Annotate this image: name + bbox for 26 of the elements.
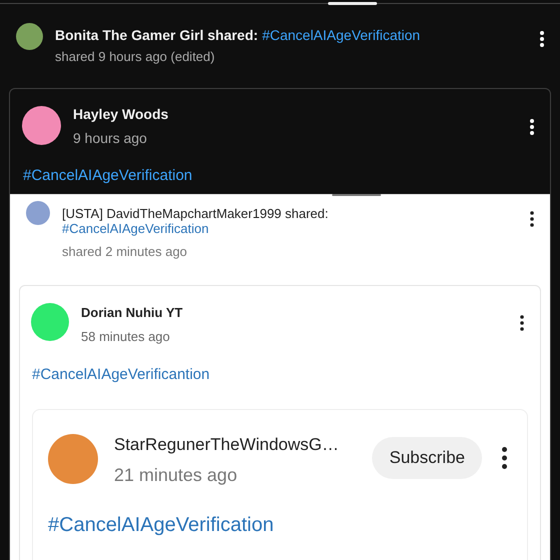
avatar — [31, 303, 69, 341]
more-options-icon — [530, 211, 534, 227]
more-options-icon — [502, 447, 507, 469]
more-options-icon[interactable] — [530, 119, 534, 135]
post-time: 21 minutes ago — [114, 465, 238, 486]
author-name[interactable]: Bonita The Gamer Girl shared: — [55, 27, 258, 43]
more-options-icon — [520, 315, 524, 331]
avatar — [26, 201, 50, 225]
author-name: StarRegunerTheWindowsG… — [114, 435, 340, 455]
author-name: Dorian Nuhiu YT — [81, 305, 183, 320]
post-meta: shared 2 minutes ago — [62, 244, 188, 259]
author-name[interactable]: Hayley Woods — [73, 106, 168, 122]
hashtag-link[interactable]: #CancelAIAgeVerification — [23, 167, 192, 184]
avatar — [48, 434, 98, 484]
subscribe-button[interactable]: Subscribe — [372, 437, 482, 479]
more-options-icon[interactable] — [540, 31, 544, 47]
hashtag-link[interactable]: #CancelAIAgeVerification — [262, 27, 420, 43]
avatar[interactable] — [22, 106, 61, 145]
post-meta: shared 9 hours ago (edited) — [55, 49, 216, 64]
post-time: 58 minutes ago — [81, 329, 171, 344]
post-time: 9 hours ago — [73, 130, 148, 146]
avatar[interactable] — [16, 23, 43, 50]
author-name: [USTA] DavidTheMapchartMaker1999 shared: — [62, 206, 328, 221]
hashtag-link[interactable]: #CancelAIAgeVerificantion — [32, 366, 210, 383]
hashtag-link[interactable]: #CancelAIAgeVerification — [62, 221, 328, 236]
hashtag-link[interactable]: #CancelAIAgeVerification — [48, 514, 274, 537]
